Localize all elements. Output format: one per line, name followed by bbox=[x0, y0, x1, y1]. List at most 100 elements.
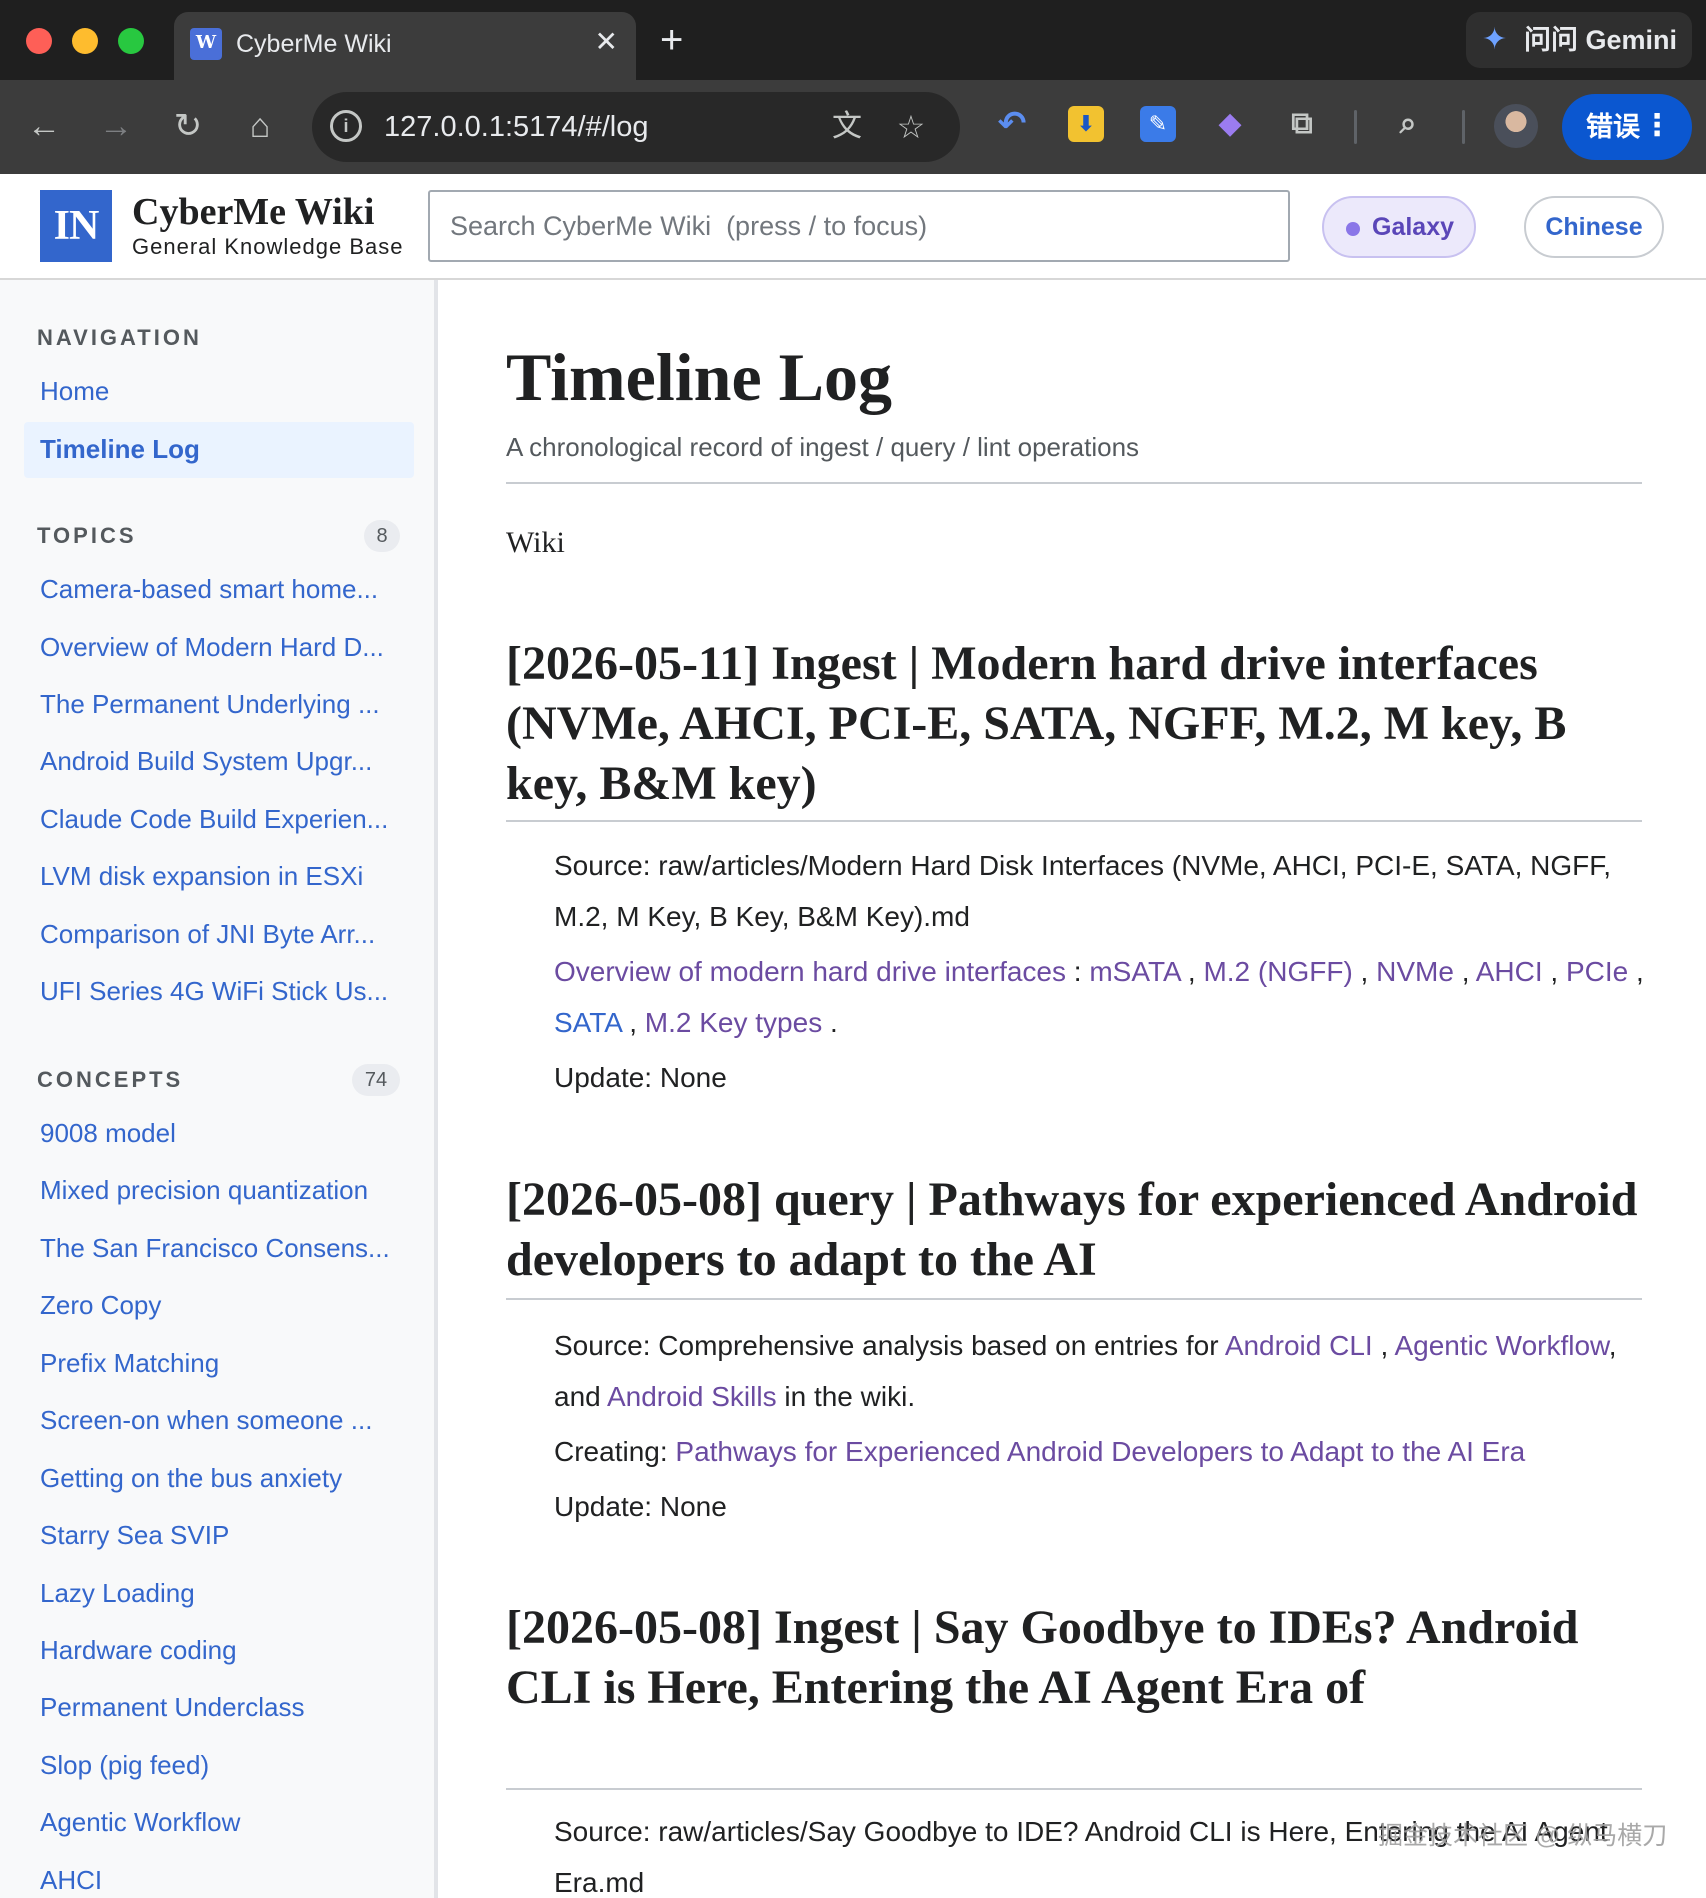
sidebar-item-timeline-log[interactable]: Timeline Log bbox=[40, 432, 410, 466]
error-label: 错误 bbox=[1586, 112, 1640, 142]
entry-divider bbox=[506, 1788, 1642, 1790]
sidebar-concept-item[interactable]: Hardware coding bbox=[40, 1633, 410, 1667]
search-input[interactable] bbox=[428, 190, 1290, 262]
home-icon[interactable]: ⌂ bbox=[236, 102, 284, 150]
address-bar[interactable]: i 127.0.0.1:5174/#/log 文 ☆ bbox=[312, 92, 960, 162]
download-icon[interactable]: ⬇ bbox=[1068, 106, 1104, 142]
tab-strip: W CyberMe Wiki ✕ + ✦ 问问 Gemini bbox=[0, 0, 1706, 80]
entry-link[interactable]: M.2 (NGFF) bbox=[1203, 956, 1352, 987]
entry-link[interactable]: Overview of modern hard drive interfaces bbox=[554, 956, 1066, 987]
sidebar: NAVIGATION Home Timeline Log TOPICS 8 Ca… bbox=[0, 280, 438, 1898]
concepts-heading: CONCEPTS bbox=[37, 1067, 184, 1092]
sidebar-concept-item[interactable]: Screen-on when someone ... bbox=[40, 1403, 410, 1437]
browser-toolbar: ← → ↻ ⌂ i 127.0.0.1:5174/#/log 文 ☆ ↶ ⬇ ✎… bbox=[0, 80, 1706, 174]
bookmark-star-icon[interactable]: ☆ bbox=[890, 106, 932, 148]
translate-icon[interactable]: 文 bbox=[826, 106, 868, 148]
entry-link[interactable]: AHCI bbox=[1476, 956, 1543, 987]
reload-icon[interactable]: ↻ bbox=[164, 102, 212, 150]
profile-avatar[interactable] bbox=[1494, 104, 1538, 148]
separator: : bbox=[1073, 956, 1082, 987]
source-label: Source: bbox=[554, 850, 651, 881]
sidebar-concept-item[interactable]: Starry Sea SVIP bbox=[40, 1518, 410, 1552]
close-tab-icon[interactable]: ✕ bbox=[595, 26, 618, 58]
entry-update: Update: None bbox=[554, 1491, 727, 1522]
error-button[interactable]: 错误 ⋮ bbox=[1562, 94, 1692, 160]
separator: , bbox=[1461, 956, 1470, 987]
browser-chrome: W CyberMe Wiki ✕ + ✦ 问问 Gemini ← → ↻ ⌂ i… bbox=[0, 0, 1706, 174]
entry-source: Source: raw/articles/Modern Hard Disk In… bbox=[554, 840, 1654, 942]
separator: , bbox=[1187, 956, 1196, 987]
sidebar-topic-item[interactable]: The Permanent Underlying ... bbox=[40, 687, 410, 721]
separator: , bbox=[1380, 1330, 1389, 1361]
site-title[interactable]: CyberMe Wiki bbox=[132, 190, 374, 234]
sidebar-concept-item[interactable]: The San Francisco Consens... bbox=[40, 1231, 410, 1265]
source-path: raw/articles/Modern Hard Disk Interfaces… bbox=[554, 850, 1612, 932]
sidebar-topic-item[interactable]: Comparison of JNI Byte Arr... bbox=[40, 917, 410, 951]
sidebar-concept-item[interactable]: Zero Copy bbox=[40, 1288, 410, 1322]
entry-link[interactable]: PCIe bbox=[1566, 956, 1628, 987]
sidebar-concept-item[interactable]: Lazy Loading bbox=[40, 1576, 410, 1610]
more-icon[interactable]: ⋮ bbox=[1642, 108, 1672, 144]
separator: , bbox=[1360, 956, 1369, 987]
sidebar-concept-item[interactable]: AHCI bbox=[40, 1863, 410, 1897]
source-text: in the wiki. bbox=[784, 1381, 916, 1412]
entry-link[interactable]: NVMe bbox=[1376, 956, 1454, 987]
separator: , bbox=[629, 1007, 637, 1038]
entry-link[interactable]: Android CLI bbox=[1225, 1330, 1373, 1361]
tab-search-icon[interactable]: ⌕ bbox=[1390, 106, 1426, 142]
section-label: Wiki bbox=[506, 526, 565, 559]
entry-link[interactable]: SATA bbox=[554, 1007, 621, 1038]
info-icon[interactable]: i bbox=[330, 110, 362, 142]
sidebar-topic-item[interactable]: LVM disk expansion in ESXi bbox=[40, 859, 410, 893]
entry-creating: Creating: Pathways for Experienced Andro… bbox=[554, 1426, 1654, 1477]
navigation-heading: NAVIGATION bbox=[37, 325, 202, 350]
gemini-label: 问问 Gemini bbox=[1524, 25, 1678, 55]
sidebar-concept-item[interactable]: Permanent Underclass bbox=[40, 1690, 410, 1724]
perplexity-icon[interactable]: ◆ bbox=[1212, 106, 1248, 142]
galaxy-label: Galaxy bbox=[1372, 213, 1455, 241]
undo-icon[interactable]: ↶ bbox=[994, 106, 1030, 142]
window-minimize-button[interactable] bbox=[72, 28, 98, 54]
wiki-favicon-icon: W bbox=[190, 28, 222, 60]
entry-link[interactable]: Agentic Workflow bbox=[1394, 1330, 1608, 1361]
window-close-button[interactable] bbox=[26, 28, 52, 54]
new-tab-button[interactable]: + bbox=[660, 18, 683, 62]
entry-link[interactable]: Android Skills bbox=[607, 1381, 777, 1412]
back-icon[interactable]: ← bbox=[20, 102, 68, 150]
sidebar-concept-item[interactable]: Getting on the bus anxiety bbox=[40, 1461, 410, 1495]
language-toggle-button[interactable]: Chinese bbox=[1524, 196, 1664, 258]
sidebar-topic-item[interactable]: Android Build System Upgr... bbox=[40, 744, 410, 778]
sidebar-topic-item[interactable]: UFI Series 4G WiFi Stick Us... bbox=[40, 974, 410, 1008]
sidebar-concept-item[interactable]: Prefix Matching bbox=[40, 1346, 410, 1380]
sidebar-concept-item[interactable]: Slop (pig feed) bbox=[40, 1748, 410, 1782]
entry-link[interactable]: Pathways for Experienced Android Develop… bbox=[675, 1436, 1525, 1467]
entry-links: Overview of modern hard drive interfaces… bbox=[554, 946, 1654, 1048]
sidebar-item-home[interactable]: Home bbox=[40, 374, 410, 408]
ext-icon[interactable]: ✎ bbox=[1140, 106, 1176, 142]
page-subtitle: A chronological record of ingest / query… bbox=[506, 432, 1140, 462]
forward-icon[interactable]: → bbox=[92, 102, 140, 150]
site-logo[interactable]: IN bbox=[40, 190, 112, 262]
sidebar-topic-item[interactable]: Overview of Modern Hard D... bbox=[40, 630, 410, 664]
main-content: Timeline Log A chronological record of i… bbox=[442, 280, 1706, 1898]
galaxy-dot-icon bbox=[1346, 222, 1360, 236]
puzzle-icon[interactable]: ⧉ bbox=[1284, 106, 1320, 142]
gemini-button[interactable]: ✦ 问问 Gemini bbox=[1466, 12, 1692, 68]
separator: , bbox=[1635, 956, 1644, 987]
tab-title: CyberMe Wiki bbox=[236, 30, 392, 58]
sidebar-concept-item[interactable]: Agentic Workflow bbox=[40, 1805, 410, 1839]
url-text[interactable]: 127.0.0.1:5174/#/log bbox=[384, 110, 648, 144]
entry-link[interactable]: mSATA bbox=[1089, 956, 1180, 987]
entry-body: Source: raw/articles/Modern Hard Disk In… bbox=[554, 840, 1654, 1107]
galaxy-button[interactable]: Galaxy bbox=[1322, 196, 1476, 258]
sidebar-topic-item[interactable]: Claude Code Build Experien... bbox=[40, 802, 410, 836]
entry-title: [2026-05-11] Ingest | Modern hard drive … bbox=[506, 637, 1567, 810]
page-title: Timeline Log bbox=[506, 339, 892, 415]
window-zoom-button[interactable] bbox=[118, 28, 144, 54]
entry-link[interactable]: M.2 Key types bbox=[645, 1007, 822, 1038]
sidebar-topic-item[interactable]: Camera-based smart home... bbox=[40, 572, 410, 606]
entry-body: Source: Comprehensive analysis based on … bbox=[554, 1320, 1654, 1536]
browser-tab[interactable]: W CyberMe Wiki ✕ bbox=[174, 12, 636, 80]
sidebar-concept-item[interactable]: 9008 model bbox=[40, 1116, 410, 1150]
sidebar-concept-item[interactable]: Mixed precision quantization bbox=[40, 1173, 410, 1207]
